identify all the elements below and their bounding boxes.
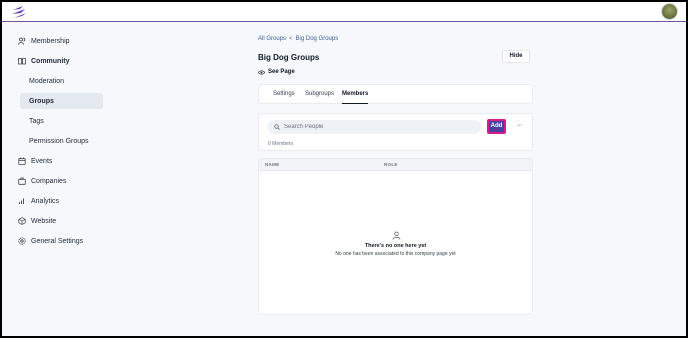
tab-settings[interactable]: Settings <box>273 85 295 104</box>
sidebar-label: Moderation <box>29 77 65 85</box>
sidebar-label: Tags <box>29 117 44 125</box>
breadcrumb: All Groups < Big Dog Groups <box>258 36 338 42</box>
eye-icon <box>258 70 265 74</box>
search-field[interactable] <box>268 120 481 134</box>
member-count: 0 Members <box>268 141 294 147</box>
app-logo-icon[interactable] <box>11 5 27 19</box>
more-options-button[interactable]: ··· <box>512 121 526 133</box>
page-title: Big Dog Groups <box>258 53 320 62</box>
tab-members[interactable]: Members <box>342 85 369 104</box>
sidebar-item-groups[interactable]: Groups <box>20 93 103 109</box>
bar-chart-icon <box>19 198 24 204</box>
sidebar-label: Events <box>31 157 53 165</box>
sidebar-label: Website <box>31 217 57 225</box>
sidebar: Membership Community Moderation Groups T… <box>2 23 132 336</box>
sidebar-label: General Settings <box>31 237 84 245</box>
search-icon <box>274 124 280 130</box>
search-input[interactable] <box>284 124 474 130</box>
sidebar-label: Companies <box>31 177 67 185</box>
see-page-label: See Page <box>268 69 295 75</box>
empty-state-subtitle: No one has been associated to this compa… <box>335 251 456 257</box>
hide-button[interactable]: Hide <box>502 50 530 63</box>
empty-state-title: There's no one here yet <box>364 243 427 249</box>
gear-icon <box>18 237 26 245</box>
sidebar-item-events[interactable]: Events <box>18 153 52 169</box>
column-header-name[interactable]: NAME <box>265 162 279 167</box>
briefcase-icon <box>18 177 26 185</box>
sidebar-item-permission-groups[interactable]: Permission Groups <box>20 133 103 149</box>
sidebar-label: Analytics <box>31 197 60 205</box>
cube-icon <box>18 217 26 225</box>
sidebar-item-moderation[interactable]: Moderation <box>20 73 103 89</box>
user-avatar[interactable] <box>661 3 678 20</box>
breadcrumb-separator: < <box>289 36 293 42</box>
book-icon <box>18 58 26 65</box>
calendar-icon <box>18 157 26 165</box>
add-member-button[interactable]: Add <box>487 119 506 134</box>
tab-subgroups[interactable]: Subgroups <box>305 85 334 104</box>
sidebar-item-analytics[interactable]: Analytics <box>18 193 59 209</box>
see-page-link[interactable]: See Page <box>258 69 295 75</box>
sidebar-label: Community <box>31 57 70 65</box>
sidebar-item-website[interactable]: Website <box>18 213 56 229</box>
sidebar-label: Membership <box>31 37 70 45</box>
tabs-bar: Settings Subgroups Members <box>258 84 533 104</box>
members-toolbar: Add ··· 0 Members <box>258 113 533 151</box>
sidebar-item-tags[interactable]: Tags <box>20 113 103 129</box>
sidebar-item-community[interactable]: Community <box>18 53 70 69</box>
table-header: NAME ROLE <box>259 159 532 171</box>
members-table: NAME ROLE There's no one here yet No one… <box>258 158 533 315</box>
breadcrumb-link-all-groups[interactable]: All Groups <box>258 36 286 42</box>
users-icon <box>18 37 26 45</box>
top-bar <box>2 2 686 22</box>
sidebar-item-membership[interactable]: Membership <box>18 33 70 49</box>
sidebar-item-general-settings[interactable]: General Settings <box>18 233 83 249</box>
app-window: Membership Community Moderation Groups T… <box>2 2 686 336</box>
user-icon <box>392 231 401 240</box>
sidebar-item-companies[interactable]: Companies <box>18 173 66 189</box>
breadcrumb-current[interactable]: Big Dog Groups <box>296 36 339 42</box>
column-header-role[interactable]: ROLE <box>384 162 398 167</box>
sidebar-label: Groups <box>29 97 54 105</box>
sidebar-label: Permission Groups <box>29 137 89 145</box>
